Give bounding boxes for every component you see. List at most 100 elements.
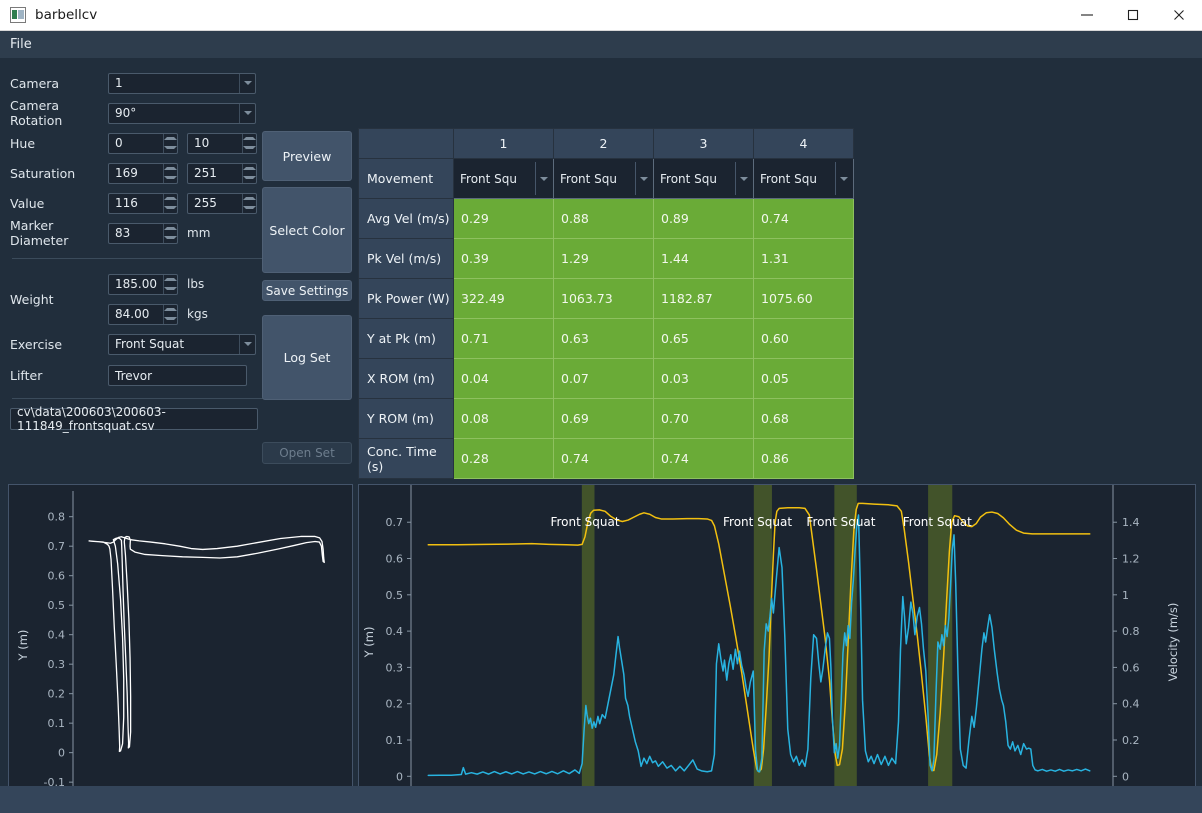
- table-cell[interactable]: 0.89: [653, 198, 754, 239]
- svg-text:0.2: 0.2: [386, 698, 404, 711]
- maximize-button[interactable]: [1110, 0, 1156, 30]
- weight-kgs-stepper[interactable]: 84.00: [108, 303, 178, 325]
- movement-cell[interactable]: Front Squ: [453, 158, 554, 199]
- stepper-down-icon[interactable]: [164, 143, 177, 153]
- stepper-down-icon[interactable]: [164, 314, 177, 324]
- select-color-button[interactable]: Select Color: [262, 187, 352, 273]
- stepper-down-icon[interactable]: [164, 284, 177, 294]
- camera-value: 1: [115, 76, 123, 90]
- camera-rotation-select[interactable]: 90°: [108, 102, 256, 124]
- table-cell[interactable]: 0.71: [453, 318, 554, 359]
- stepper-up-icon[interactable]: [164, 164, 177, 174]
- camera-select[interactable]: 1: [108, 72, 256, 94]
- stepper-up-icon[interactable]: [243, 164, 256, 174]
- stepper-up-icon[interactable]: [164, 134, 177, 144]
- weight-label: Weight: [10, 291, 54, 307]
- table-cell[interactable]: 0.29: [453, 198, 554, 239]
- table-cell[interactable]: 0.08: [453, 398, 554, 439]
- hue-min-stepper[interactable]: 0: [108, 132, 178, 154]
- window-controls: [1064, 0, 1202, 30]
- stepper-down-icon[interactable]: [243, 203, 256, 213]
- stepper-up-icon[interactable]: [243, 134, 256, 144]
- table-cell[interactable]: 0.03: [653, 358, 754, 399]
- weight-kgs-unit: kgs: [187, 307, 208, 321]
- movement-cell[interactable]: Front Squ: [553, 158, 654, 199]
- chevron-down-icon[interactable]: [239, 334, 255, 354]
- table-cell[interactable]: 0.74: [753, 198, 854, 239]
- stepper-down-icon[interactable]: [164, 233, 177, 243]
- file-path-input[interactable]: cv\data\200603\200603-111849_frontsquat.…: [10, 405, 258, 433]
- stepper-down-icon[interactable]: [243, 173, 256, 183]
- table-cell[interactable]: 1.29: [553, 238, 654, 279]
- table-cell[interactable]: 0.63: [553, 318, 654, 359]
- value-min-stepper[interactable]: 116: [108, 192, 178, 214]
- table-cell[interactable]: 1182.87: [653, 278, 754, 319]
- table-cell[interactable]: 0.04: [453, 358, 554, 399]
- marker-diameter-stepper[interactable]: 83: [108, 222, 178, 244]
- table-cell[interactable]: 322.49: [453, 278, 554, 319]
- minimize-button[interactable]: [1064, 0, 1110, 30]
- svg-text:0.4: 0.4: [386, 625, 404, 638]
- table-cell[interactable]: 0.05: [753, 358, 854, 399]
- chevron-down-icon[interactable]: [239, 103, 255, 123]
- hue-max-stepper[interactable]: 10: [187, 132, 257, 154]
- table-column-header[interactable]: 2: [553, 128, 654, 159]
- table-cell[interactable]: 1075.60: [753, 278, 854, 319]
- table-column-header[interactable]: 3: [653, 128, 754, 159]
- table-cell[interactable]: 0.28: [453, 438, 554, 479]
- preview-button[interactable]: Preview: [262, 131, 352, 181]
- lifter-input[interactable]: Trevor: [108, 365, 247, 386]
- table-cell[interactable]: 0.69: [553, 398, 654, 439]
- stepper-down-icon[interactable]: [164, 173, 177, 183]
- stepper-down-icon[interactable]: [243, 143, 256, 153]
- table-cell[interactable]: 0.07: [553, 358, 654, 399]
- exercise-select[interactable]: Front Squat: [108, 333, 256, 355]
- table-cell[interactable]: 0.39: [453, 238, 554, 279]
- bar-path-chart-svg: -0.100.10.20.30.40.50.60.70.800.20.40.60…: [16, 491, 347, 811]
- chevron-down-icon[interactable]: [735, 162, 751, 195]
- table-cell[interactable]: 0.60: [753, 318, 854, 359]
- stepper-up-icon[interactable]: [164, 275, 177, 285]
- chevron-down-icon[interactable]: [239, 73, 255, 93]
- table-cell[interactable]: 1063.73: [553, 278, 654, 319]
- table-cell[interactable]: 1.44: [653, 238, 754, 279]
- chevron-down-icon[interactable]: [535, 162, 551, 195]
- svg-text:0.4: 0.4: [48, 629, 66, 642]
- save-settings-button[interactable]: Save Settings: [262, 280, 352, 301]
- table-cell[interactable]: 0.68: [753, 398, 854, 439]
- stepper-up-icon[interactable]: [164, 224, 177, 234]
- svg-text:0.1: 0.1: [48, 717, 66, 730]
- exercise-value: Front Squat: [115, 337, 185, 351]
- weight-lbs-stepper[interactable]: 185.00: [108, 273, 178, 295]
- settings-panel: Camera 1 Camera Rotation 90° Hue 0 10 Sa…: [0, 58, 358, 464]
- log-set-button[interactable]: Log Set: [262, 315, 352, 400]
- table-row-header: Conc. Time (s): [358, 438, 454, 479]
- stepper-up-icon[interactable]: [164, 305, 177, 315]
- chevron-down-icon[interactable]: [835, 162, 851, 195]
- table-cell[interactable]: 0.74: [653, 438, 754, 479]
- close-button[interactable]: [1156, 0, 1202, 30]
- table-cell[interactable]: 0.88: [553, 198, 654, 239]
- table-column-header[interactable]: 4: [753, 128, 854, 159]
- open-set-button[interactable]: Open Set: [262, 442, 352, 464]
- stepper-down-icon[interactable]: [164, 203, 177, 213]
- table-cell[interactable]: 0.86: [753, 438, 854, 479]
- table-column-header[interactable]: 1: [453, 128, 554, 159]
- chevron-down-icon[interactable]: [635, 162, 651, 195]
- marker-diameter-value: 83: [115, 226, 131, 240]
- saturation-min-stepper[interactable]: 169: [108, 162, 178, 184]
- table-cell[interactable]: 1.31: [753, 238, 854, 279]
- saturation-max-stepper[interactable]: 251: [187, 162, 257, 184]
- table-cell[interactable]: 0.74: [553, 438, 654, 479]
- menu-item-file[interactable]: File: [0, 31, 44, 58]
- movement-cell[interactable]: Front Squ: [653, 158, 754, 199]
- table-row-header: Y at Pk (m): [358, 318, 454, 359]
- saturation-max-value: 251: [194, 166, 217, 180]
- stepper-up-icon[interactable]: [164, 194, 177, 204]
- movement-cell[interactable]: Front Squ: [753, 158, 854, 199]
- stepper-up-icon[interactable]: [243, 194, 256, 204]
- value-max-stepper[interactable]: 255: [187, 192, 257, 214]
- hue-min-value: 0: [115, 136, 123, 150]
- table-cell[interactable]: 0.70: [653, 398, 754, 439]
- table-cell[interactable]: 0.65: [653, 318, 754, 359]
